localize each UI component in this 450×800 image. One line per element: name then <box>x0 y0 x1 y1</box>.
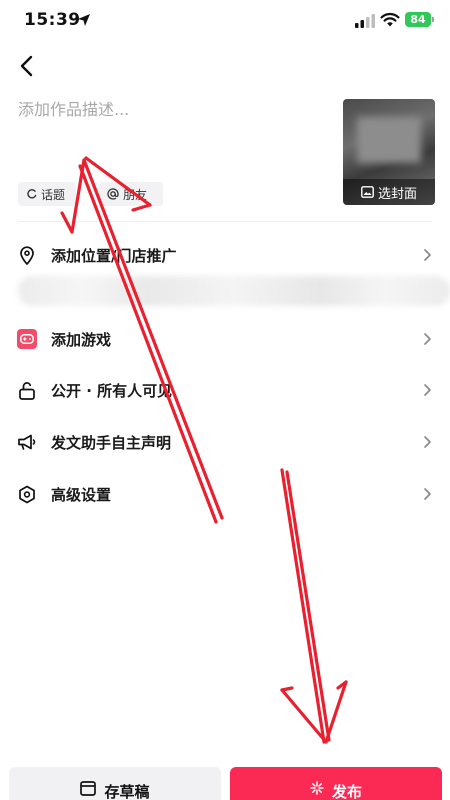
bottom-action-bar: 存草稿 发布 <box>0 762 450 800</box>
battery-tip <box>432 17 434 22</box>
settings-row-advanced[interactable]: 高级设置 <box>0 472 450 516</box>
settings-row-label: 高级设置 <box>51 485 112 504</box>
friend-chip[interactable]: 朋友 <box>99 182 163 206</box>
gamepad-icon-background <box>17 329 37 349</box>
friend-chip-label: 朋友 <box>123 187 148 202</box>
sparkle-icon <box>310 781 324 795</box>
location-arrow-icon <box>78 14 90 26</box>
save-draft-label: 存草稿 <box>104 783 150 800</box>
settings-row-label: 公开 · 所有人可见 <box>51 381 173 400</box>
section-divider <box>18 221 432 222</box>
settings-row-label: 添加位置/门店推广 <box>51 246 177 265</box>
battery-icon: 84 <box>405 12 431 27</box>
at-icon <box>107 188 119 200</box>
publish-button[interactable]: 发布 <box>230 767 442 800</box>
cover-blurred-preview <box>357 117 421 163</box>
description-input[interactable] <box>18 96 318 166</box>
topic-chip[interactable]: 话题 <box>18 182 76 206</box>
settings-row-location[interactable]: 添加位置/门店推广 <box>0 233 450 277</box>
chevron-right-icon <box>424 436 431 448</box>
wifi-icon <box>380 12 400 27</box>
chevron-right-icon <box>424 384 431 396</box>
publish-label: 发布 <box>331 783 362 800</box>
cover-thumbnail[interactable]: 选封面 <box>343 99 435 205</box>
chevron-right-icon <box>424 249 431 261</box>
settings-row-game[interactable]: 添加游戏 <box>0 317 450 361</box>
hashtag-ring-icon <box>27 188 37 199</box>
status-bar: 15:39 84 <box>0 0 450 44</box>
hexagon-settings-icon <box>16 483 38 505</box>
image-icon <box>361 186 374 198</box>
settings-row-visibility[interactable]: 公开 · 所有人可见 <box>0 368 450 412</box>
battery-level: 84 <box>410 13 426 26</box>
settings-row-label: 发文助手自主声明 <box>51 433 172 452</box>
megaphone-icon <box>16 431 38 453</box>
blurred-suggestions-strip <box>18 276 450 306</box>
chevron-right-icon <box>424 333 431 345</box>
gamepad-icon <box>16 328 38 350</box>
settings-row-label: 添加游戏 <box>51 330 112 349</box>
save-draft-button[interactable]: 存草稿 <box>9 767 221 800</box>
cellular-signal-icon <box>355 14 375 28</box>
chevron-left-icon[interactable] <box>12 50 42 82</box>
unlock-icon <box>16 379 38 401</box>
select-cover-label: 选封面 <box>377 186 417 202</box>
status-time: 15:39 <box>24 10 81 30</box>
select-cover-button[interactable]: 选封面 <box>343 179 435 205</box>
topic-chip-label: 话题 <box>41 187 66 202</box>
publish-screen: 15:39 84 选封面 <box>0 0 450 800</box>
location-pin-icon <box>16 244 38 266</box>
chevron-right-icon <box>424 488 431 500</box>
draft-box-icon <box>80 781 97 796</box>
settings-row-statement[interactable]: 发文助手自主声明 <box>0 420 450 464</box>
